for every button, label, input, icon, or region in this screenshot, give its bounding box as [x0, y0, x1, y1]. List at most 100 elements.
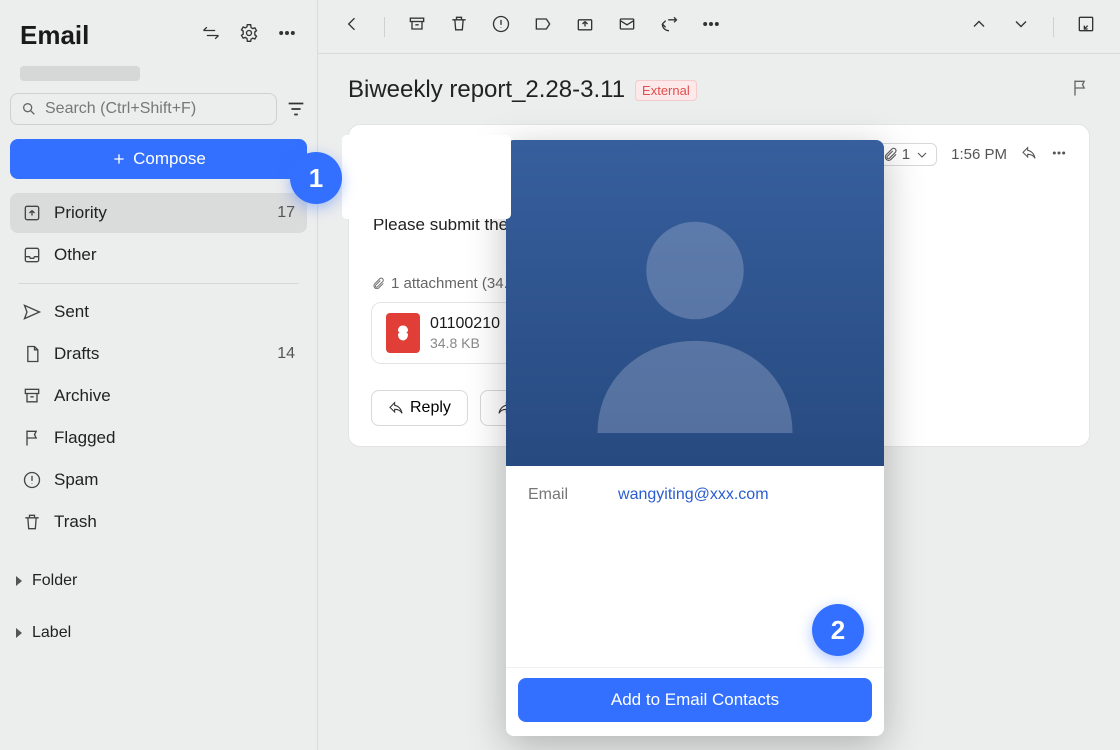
archive-button[interactable] [407, 14, 427, 39]
contact-footer: Add to Email Contacts [506, 667, 884, 736]
to-prefix: To: [425, 168, 445, 185]
account-placeholder [20, 66, 140, 81]
sidebar-item-count: 14 [277, 345, 295, 363]
contact-email-label: Email [528, 486, 568, 504]
mark-read-button[interactable] [617, 14, 637, 39]
trash-icon [22, 512, 42, 532]
message-meta: 1 1:56 PM [875, 143, 1067, 166]
sidebar-item-label: Sent [54, 302, 89, 322]
sidebar-item-count: 17 [277, 204, 295, 222]
contact-email-row: Email wangyiting@xxx.com [528, 486, 862, 504]
report-spam-button[interactable] [491, 14, 511, 39]
callout-2: 2 [812, 604, 864, 656]
message-more-icon[interactable] [1051, 145, 1067, 165]
compose-label: Compose [133, 149, 206, 169]
sidebar-nav: Priority 17 Other Sent Drafts 14 Archive… [10, 193, 307, 542]
archive-icon [22, 386, 42, 406]
prev-message-button[interactable] [969, 14, 989, 39]
paperclip-icon [882, 147, 898, 163]
reply-label: Reply [410, 399, 451, 417]
plus-icon [111, 151, 127, 167]
app-title: Email [20, 20, 89, 51]
message-toolbar [318, 0, 1120, 54]
add-to-contacts-label: Add to Email Contacts [611, 690, 779, 709]
email-sidebar: Email Search (Ctrl+Shift+F) Compose Prio… [0, 0, 318, 750]
sender-block: Vivian <wa To: Me [425, 143, 514, 185]
attach-count-value: 1 [902, 146, 910, 163]
filter-icon[interactable] [285, 98, 307, 120]
sidebar-item-label: Drafts [54, 344, 99, 364]
sidebar-item-label: Other [54, 245, 97, 265]
more-icon[interactable] [277, 23, 297, 48]
compose-button[interactable]: Compose [10, 139, 307, 179]
nav-separator [18, 283, 299, 284]
expander-label: Folder [32, 572, 77, 590]
search-input[interactable]: Search (Ctrl+Shift+F) [10, 93, 277, 125]
popout-button[interactable] [1076, 14, 1096, 39]
chevron-right-icon [14, 576, 24, 586]
chevron-down-icon [914, 147, 930, 163]
sidebar-item-flagged[interactable]: Flagged [10, 418, 307, 458]
external-badge: External [635, 80, 697, 101]
sender-avatar[interactable] [371, 143, 411, 183]
contact-hero [506, 140, 884, 466]
sidebar-item-priority[interactable]: Priority 17 [10, 193, 307, 233]
paperclip-icon [371, 277, 385, 291]
next-message-button[interactable] [1011, 14, 1031, 39]
label-expander[interactable]: Label [10, 612, 307, 654]
flag-toggle[interactable] [1070, 78, 1090, 103]
inbox-icon [22, 245, 42, 265]
to-value: Me [449, 168, 470, 185]
sidebar-item-label: Flagged [54, 428, 115, 448]
chevron-right-icon [14, 628, 24, 638]
back-button[interactable] [342, 14, 362, 39]
drafts-icon [22, 344, 42, 364]
gear-icon[interactable] [239, 23, 259, 48]
reply-icon [388, 400, 404, 416]
sidebar-item-archive[interactable]: Archive [10, 376, 307, 416]
pdf-file-icon [386, 313, 420, 353]
spam-icon [22, 470, 42, 490]
move-button[interactable] [575, 14, 595, 39]
sidebar-item-label: Spam [54, 470, 98, 490]
label-button[interactable] [533, 14, 553, 39]
sidebar-item-trash[interactable]: Trash [10, 502, 307, 542]
sidebar-item-other[interactable]: Other [10, 235, 307, 275]
sidebar-header: Email [10, 15, 307, 66]
sidebar-item-drafts[interactable]: Drafts 14 [10, 334, 307, 374]
contact-email-value[interactable]: wangyiting@xxx.com [618, 486, 769, 504]
sidebar-item-spam[interactable]: Spam [10, 460, 307, 500]
message-time: 1:56 PM [951, 146, 1007, 163]
sidebar-item-label: Trash [54, 512, 97, 532]
sidebar-item-label: Priority [54, 203, 107, 223]
toolbar-divider [1053, 17, 1054, 37]
search-placeholder: Search (Ctrl+Shift+F) [45, 100, 196, 118]
expander-label: Label [32, 624, 71, 642]
flag-icon [22, 428, 42, 448]
subject-row: Biweekly report_2.28-3.11 External [348, 76, 1090, 104]
toolbar-more-icon[interactable] [701, 14, 721, 39]
sidebar-controls [201, 23, 297, 48]
person-icon [374, 146, 408, 180]
delete-button[interactable] [449, 14, 469, 39]
reply-icon[interactable] [1021, 145, 1037, 165]
reply-button[interactable]: Reply [371, 390, 468, 426]
sidebar-item-label: Archive [54, 386, 111, 406]
attachment-size: 34.8 KB [430, 335, 500, 351]
attachments-text: 1 attachment (34.8 [391, 275, 516, 292]
folder-expander[interactable]: Folder [10, 560, 307, 602]
sent-icon [22, 302, 42, 322]
priority-icon [22, 203, 42, 223]
search-row: Search (Ctrl+Shift+F) [10, 93, 307, 139]
switch-account-icon[interactable] [201, 23, 221, 48]
sidebar-item-sent[interactable]: Sent [10, 292, 307, 332]
person-silhouette-icon [565, 173, 825, 433]
toolbar-divider [384, 17, 385, 37]
search-icon [21, 101, 37, 117]
attachment-name: 01100210 [430, 315, 500, 333]
message-subject: Biweekly report_2.28-3.11 [348, 76, 625, 104]
share-button[interactable] [659, 14, 679, 39]
attachment-count[interactable]: 1 [875, 143, 937, 166]
add-to-contacts-button[interactable]: Add to Email Contacts [518, 678, 872, 722]
sender-name[interactable]: Vivian [425, 143, 474, 163]
